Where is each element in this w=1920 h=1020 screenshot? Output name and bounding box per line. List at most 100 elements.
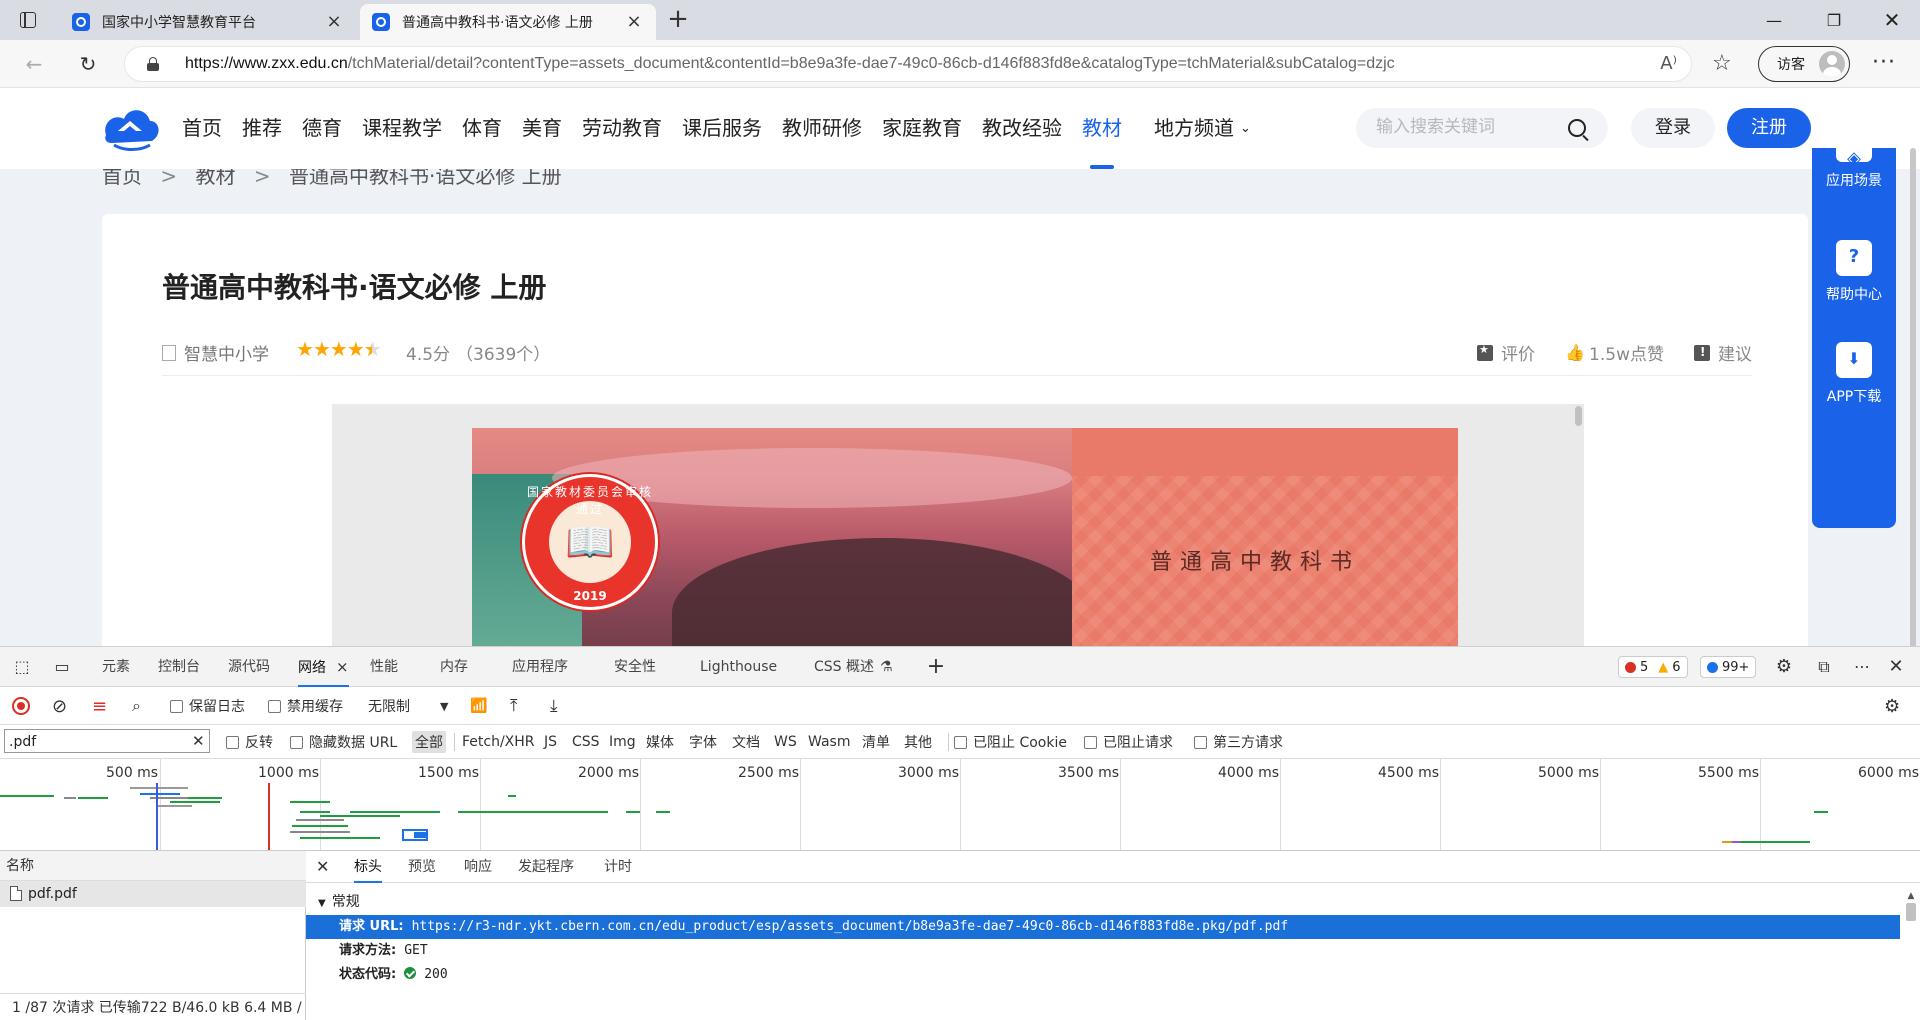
suggest-button[interactable]: 建议 <box>1694 340 1752 365</box>
table-row[interactable]: pdf.pdf <box>0 881 306 907</box>
url-input[interactable]: https://www.zxx.edu.cn/tchMaterial/detai… <box>124 46 1692 82</box>
search-icon[interactable] <box>1568 119 1586 137</box>
third-party-checkbox[interactable]: 第三方请求 <box>1194 731 1283 753</box>
tab-response[interactable]: 响应 <box>464 851 492 883</box>
tab-console[interactable]: 控制台 <box>158 647 200 687</box>
devtools-more-icon[interactable]: ⋯ <box>1852 657 1872 677</box>
details-scrollbar[interactable]: ▲ <box>1904 891 1918 1020</box>
tab-security[interactable]: 安全性 <box>614 647 656 687</box>
hide-data-url-checkbox[interactable]: 隐藏数据 URL <box>290 731 397 753</box>
nav-item-home[interactable]: 首页 <box>182 88 222 169</box>
throttling-select[interactable]: 无限制 ▼ <box>368 695 448 717</box>
tab-preview[interactable]: 预览 <box>408 851 436 883</box>
column-header-name[interactable]: 名称 <box>0 851 306 881</box>
tab-close-icon[interactable]: × <box>336 658 349 676</box>
nav-item-family[interactable]: 家庭教育 <box>882 88 962 169</box>
export-har-icon[interactable]: ⤓ <box>550 695 558 717</box>
minimize-icon[interactable]: — <box>1746 0 1802 40</box>
blocked-cookies-checkbox[interactable]: 已阻止 Cookie <box>954 731 1067 753</box>
nav-item-reform[interactable]: 教改经验 <box>982 88 1062 169</box>
network-conditions-icon[interactable]: 📶 <box>470 695 487 717</box>
nav-item-recommend[interactable]: 推荐 <box>242 88 282 169</box>
invert-checkbox[interactable]: 反转 <box>226 731 273 753</box>
type-filter-other[interactable]: 其他 <box>904 731 932 753</box>
nav-item-textbooks[interactable]: 教材 <box>1082 88 1122 169</box>
reload-icon[interactable]: ↻ <box>72 48 104 80</box>
inspect-element-icon[interactable]: ⬚ <box>12 657 32 677</box>
nav-item-pe[interactable]: 体育 <box>462 88 502 169</box>
tab-close-icon[interactable]: × <box>624 12 644 32</box>
close-details-icon[interactable]: ✕ <box>316 857 329 876</box>
tab-css-overview[interactable]: CSS 概述 ⚗ <box>814 647 893 687</box>
nav-item-teacher-training[interactable]: 教师研修 <box>782 88 862 169</box>
like-button[interactable]: 👍 1.5w点赞 <box>1565 340 1664 365</box>
tab-headers[interactable]: 标头 <box>354 851 382 883</box>
rate-button[interactable]: 评价 <box>1477 340 1535 365</box>
type-filter-all[interactable]: 全部 <box>412 731 446 753</box>
tab-elements[interactable]: 元素 <box>102 647 130 687</box>
viewer-scrollbar[interactable] <box>1575 406 1582 426</box>
devtools-close-icon[interactable]: ✕ <box>1886 657 1906 677</box>
nav-item-arts[interactable]: 美育 <box>522 88 562 169</box>
nav-item-moral[interactable]: 德育 <box>302 88 342 169</box>
type-filter-css[interactable]: CSS <box>572 731 600 753</box>
request-url-row[interactable]: 请求 URL: https://r3-ndr.ykt.cbern.com.cn/e… <box>306 915 1900 939</box>
more-options-icon[interactable]: ··· <box>1872 50 1896 75</box>
pdf-viewer[interactable]: 国家教材委员会审核通过 📖 2019 普通高中教科书 <box>332 404 1584 646</box>
search-icon[interactable]: ⌕ <box>132 695 141 717</box>
favorites-star-icon[interactable]: ☆ <box>1712 52 1732 76</box>
browser-tab-textbook[interactable]: 普通高中教科书·语文必修 上册 × <box>360 4 656 40</box>
type-filter-ws[interactable]: WS <box>774 731 797 753</box>
preserve-log-checkbox[interactable]: 保留日志 <box>170 695 245 717</box>
issues-counter[interactable]: 5 ▲ 6 <box>1618 656 1688 678</box>
disable-cache-checkbox[interactable]: 禁用缓存 <box>268 695 343 717</box>
network-overview-timeline[interactable]: 500 ms 1000 ms 1500 ms 2000 ms 2500 ms 3000 m… <box>0 759 1920 851</box>
type-filter-doc[interactable]: 文档 <box>732 731 760 753</box>
tab-application[interactable]: 应用程序 <box>512 647 568 687</box>
nav-item-courses[interactable]: 课程教学 <box>362 88 442 169</box>
tab-sources[interactable]: 源代码 <box>228 647 270 687</box>
type-filter-manifest[interactable]: 清单 <box>862 731 890 753</box>
network-settings-gear-icon[interactable]: ⚙ <box>1884 695 1900 717</box>
type-filter-js[interactable]: JS <box>544 731 557 753</box>
tab-lighthouse[interactable]: Lighthouse <box>700 647 777 687</box>
tab-timing[interactable]: 计时 <box>604 851 632 883</box>
type-filter-img[interactable]: Img <box>609 731 636 753</box>
filter-funnel-icon[interactable]: ≡ <box>92 695 107 717</box>
type-filter-media[interactable]: 媒体 <box>646 731 674 753</box>
site-logo-icon[interactable] <box>100 105 162 151</box>
restore-icon[interactable]: ❐ <box>1806 0 1862 40</box>
settings-gear-icon[interactable]: ⚙ <box>1774 657 1794 677</box>
blocked-requests-checkbox[interactable]: 已阻止请求 <box>1084 731 1173 753</box>
new-tab-plus-icon[interactable]: + <box>664 6 692 34</box>
type-filter-fetch-xhr[interactable]: Fetch/XHR <box>462 731 535 753</box>
back-arrow-icon[interactable]: ← <box>18 48 50 80</box>
clear-filter-icon[interactable]: ✕ <box>192 732 205 750</box>
type-filter-wasm[interactable]: Wasm <box>808 731 850 753</box>
more-tabs-plus-icon[interactable]: + <box>926 656 946 678</box>
messages-counter[interactable]: 99+ <box>1700 656 1757 678</box>
import-har-icon[interactable]: ⤒ <box>510 695 518 717</box>
tab-initiator[interactable]: 发起程序 <box>518 851 574 883</box>
dock-side-icon[interactable]: ⧉ <box>1814 657 1834 677</box>
window-close-icon[interactable]: ✕ <box>1864 0 1920 40</box>
type-filter-font[interactable]: 字体 <box>689 731 717 753</box>
record-stop-icon[interactable] <box>12 695 30 717</box>
clear-log-icon[interactable]: ⊘ <box>52 695 67 717</box>
tab-actions-menu-icon[interactable] <box>16 8 40 32</box>
profile-button[interactable]: 访客 <box>1758 46 1850 82</box>
search-input[interactable] <box>1376 117 1556 137</box>
tab-memory[interactable]: 内存 <box>440 647 468 687</box>
side-item-scenarios[interactable]: 应用场景 <box>1812 142 1896 190</box>
nav-item-labor[interactable]: 劳动教育 <box>582 88 662 169</box>
nav-item-local-channel[interactable]: 地方频道 ⌄ <box>1154 88 1251 169</box>
page-scrollbar[interactable] <box>1910 148 1916 646</box>
nav-item-after-school[interactable]: 课后服务 <box>682 88 762 169</box>
device-toolbar-icon[interactable]: ▭ <box>52 657 72 677</box>
browser-tab-platform[interactable]: 国家中小学智慧教育平台 × <box>60 4 356 40</box>
read-aloud-icon[interactable]: A⁾ <box>1660 53 1677 74</box>
side-item-help[interactable]: 帮助中心 <box>1812 240 1896 304</box>
general-section-toggle[interactable]: ▼ 常规 <box>318 891 360 911</box>
side-item-app-download[interactable]: APP下载 <box>1812 342 1896 406</box>
tab-network[interactable]: 网络 × <box>298 647 349 687</box>
